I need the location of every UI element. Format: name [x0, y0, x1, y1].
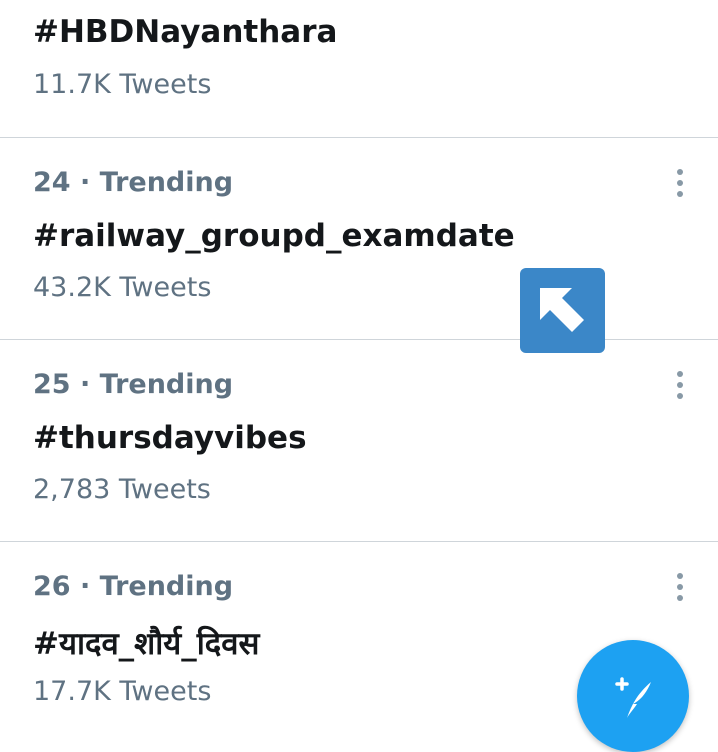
trend-item-thursdayvibes[interactable]: 25 · Trending #thursdayvibes 2,783 Tweet… — [0, 340, 718, 542]
trend-title: #HBDNayanthara — [33, 14, 338, 50]
trend-title: #railway_groupd_examdate — [33, 218, 515, 254]
more-options-icon[interactable] — [668, 572, 692, 602]
trend-rank-label: 25 · Trending — [33, 369, 234, 400]
trend-rank-label: 24 · Trending — [33, 167, 234, 198]
trend-tweet-count: 43.2K Tweets — [33, 272, 212, 303]
compose-tweet-icon — [615, 677, 651, 718]
trend-rank-label: 26 · Trending — [33, 571, 234, 602]
arrow-up-left-icon — [520, 268, 605, 353]
more-options-icon[interactable] — [668, 168, 692, 198]
trend-item-railway-groupd-examdate[interactable]: 24 · Trending #railway_groupd_examdate 4… — [0, 138, 718, 340]
trend-item-hbdnayanthara[interactable]: #HBDNayanthara 11.7K Tweets — [0, 0, 718, 137]
trend-title: #यादव_शौर्य_दिवस — [33, 626, 260, 662]
trend-tweet-count: 2,783 Tweets — [33, 474, 211, 505]
more-options-icon[interactable] — [668, 370, 692, 400]
trend-tweet-count: 11.7K Tweets — [33, 69, 212, 100]
trend-tweet-count: 17.7K Tweets — [33, 676, 212, 707]
compose-tweet-button[interactable] — [577, 640, 689, 752]
trend-title: #thursdayvibes — [33, 420, 307, 456]
